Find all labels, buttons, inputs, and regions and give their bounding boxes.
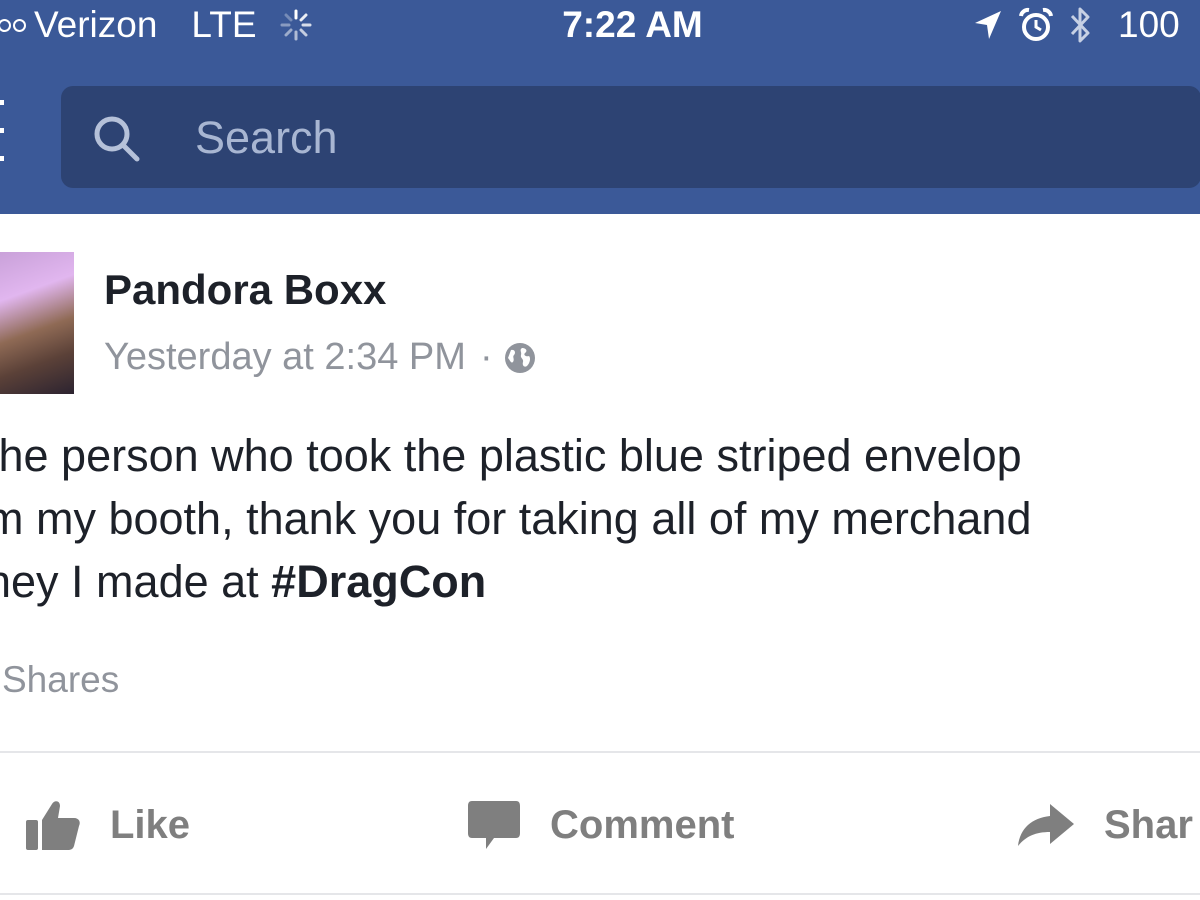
like-label: Like	[110, 802, 191, 847]
divider	[0, 751, 1200, 753]
post-text-line: m my booth, thank you for taking all of …	[0, 493, 1032, 544]
globe-icon	[504, 342, 535, 373]
divider	[0, 893, 1200, 895]
search-input[interactable]	[193, 86, 1097, 190]
post-author-name[interactable]: Pandora Boxx	[104, 266, 386, 314]
search-icon	[94, 116, 140, 162]
top-header: Verizon LTE 7:22 AM 100 Search	[0, 0, 1200, 214]
alarm-clock-icon	[1019, 7, 1053, 41]
share-arrow-icon	[1018, 804, 1074, 846]
post-meta: Yesterday at 2:34 PM ·	[104, 336, 537, 379]
post-timestamp[interactable]: Yesterday at 2:34 PM	[104, 336, 466, 379]
post-text-line: the person who took the plastic blue str…	[0, 430, 1022, 481]
author-avatar[interactable]	[0, 252, 74, 394]
meta-separator: ·	[479, 336, 493, 378]
like-button[interactable]: Like	[24, 792, 190, 858]
share-label: Shar	[1104, 802, 1193, 847]
share-button[interactable]: Shar	[1016, 792, 1193, 858]
bluetooth-icon	[1070, 7, 1090, 43]
post-text-segment: ney I made at	[0, 556, 272, 607]
comment-label: Comment	[550, 802, 735, 847]
comment-bubble-icon	[468, 801, 520, 849]
location-arrow-icon	[975, 11, 1001, 39]
battery-percentage: 100	[1118, 4, 1180, 45]
post-text-line-last: ney I made at #DragCon	[0, 550, 1200, 613]
menu-icon[interactable]	[0, 100, 4, 164]
thumbs-up-icon	[26, 801, 80, 850]
post-body: the person who took the plastic blue str…	[0, 424, 1200, 613]
search-bar[interactable]	[61, 86, 1200, 190]
status-right: 100	[972, 4, 1180, 46]
hashtag-link[interactable]: #DragCon	[271, 556, 486, 607]
shares-count[interactable]: Shares	[2, 659, 119, 701]
status-bar: Verizon LTE 7:22 AM 100	[0, 0, 1200, 58]
comment-button[interactable]: Comment	[466, 792, 734, 858]
